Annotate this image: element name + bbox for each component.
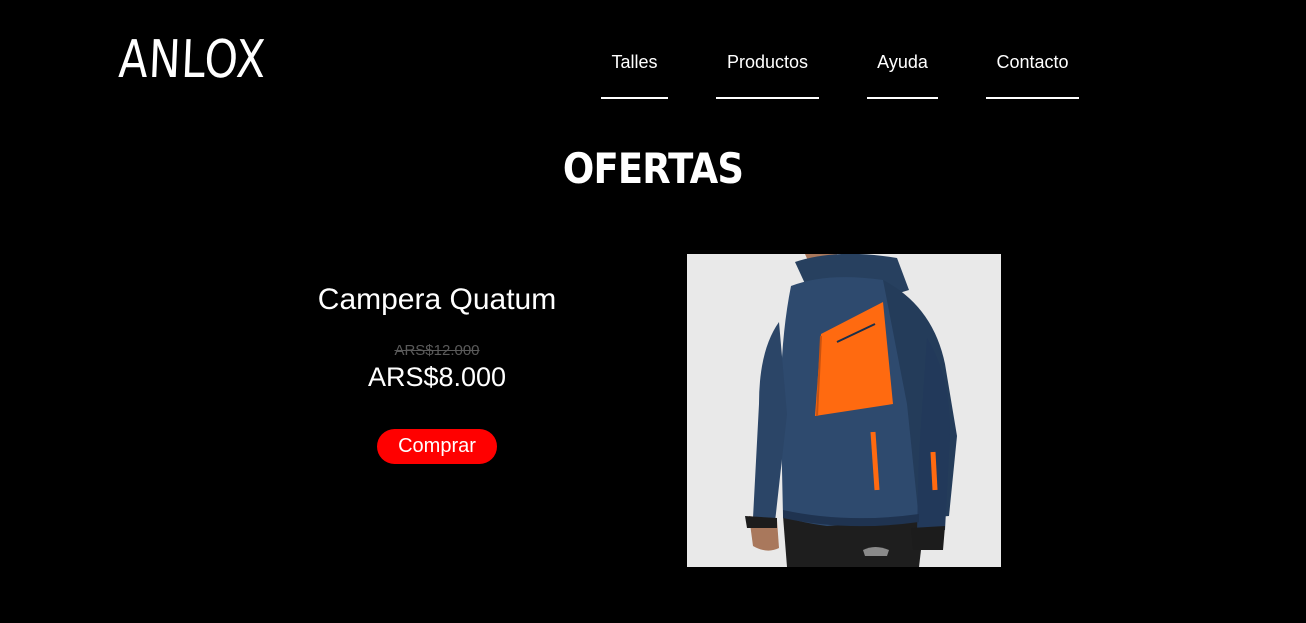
old-price: ARS$12.000 [394,342,480,359]
nav-item-ayuda[interactable]: Ayuda [867,50,938,99]
product-image [687,254,1001,567]
new-price: ARS$8.000 [367,362,507,392]
brand-logo[interactable]: ANLOX [117,30,267,90]
product-card: Campera Quatum ARS$12.000 ARS$8.000 Comp… [296,280,578,464]
jacket-photo [687,254,1001,567]
nav-item-contacto[interactable]: Contacto [986,50,1079,99]
section-title: OFERTAS [562,144,744,193]
nav-item-productos[interactable]: Productos [716,50,819,99]
product-name: Campera Quatum [317,283,557,316]
nav-item-talles[interactable]: Talles [601,50,668,99]
buy-button[interactable]: Comprar [377,429,497,464]
